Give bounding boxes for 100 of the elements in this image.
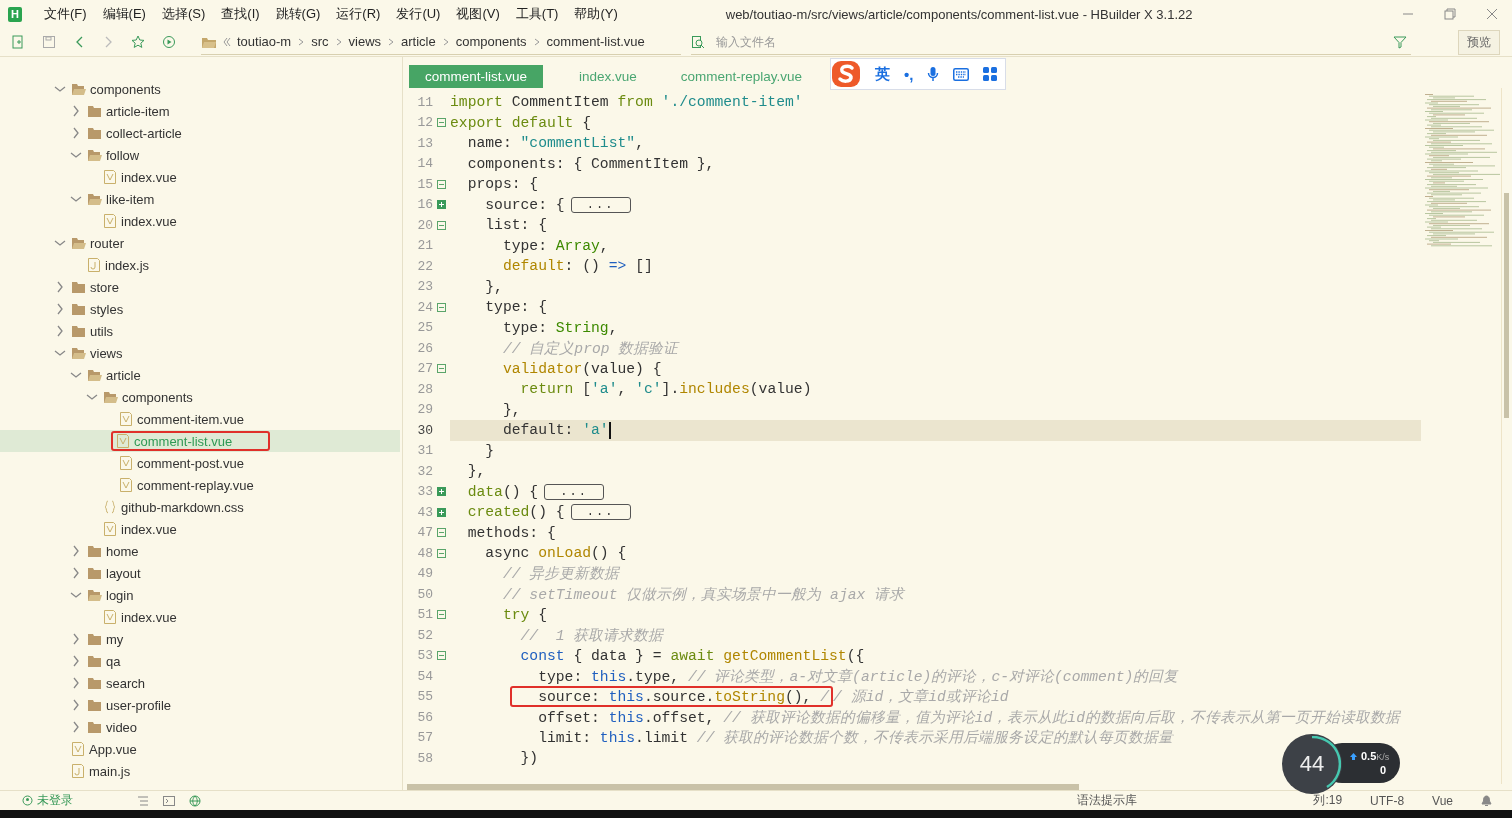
file-name[interactable]: index.js <box>105 257 150 273</box>
folder-name[interactable]: home <box>106 543 139 559</box>
scrollbar-thumb[interactable] <box>1504 193 1509 418</box>
restore-icon[interactable] <box>1444 8 1456 20</box>
file-name[interactable]: index.vue <box>121 609 177 625</box>
menu-item[interactable]: 编辑(E) <box>94 5 154 23</box>
file-name[interactable]: comment-item.vue <box>137 411 244 427</box>
list-icon[interactable] <box>137 795 149 806</box>
file-name[interactable]: App.vue <box>89 741 137 757</box>
star-icon[interactable] <box>131 35 145 49</box>
console-icon[interactable] <box>163 795 175 806</box>
login-status[interactable]: 未登录 <box>37 792 73 809</box>
breadcrumb-item[interactable]: comment-list.vue <box>546 34 645 49</box>
folded-code-button[interactable]: ... <box>570 196 631 213</box>
collapse-icon[interactable] <box>437 548 446 558</box>
scrollbar-thumb[interactable] <box>407 784 1079 790</box>
file-name[interactable]: index.vue <box>121 521 177 537</box>
folder-name[interactable]: follow <box>106 147 140 163</box>
code-text: source: { <box>485 196 565 213</box>
breadcrumb-item[interactable]: article <box>401 34 436 49</box>
file-name[interactable]: github-markdown.css <box>121 499 244 515</box>
file-name[interactable]: main.js <box>89 763 131 779</box>
file-name[interactable]: comment-post.vue <box>137 455 244 471</box>
collapse-icon[interactable] <box>437 179 446 189</box>
collapse-icon[interactable] <box>437 302 446 312</box>
folder-name[interactable]: layout <box>106 565 141 581</box>
menu-item[interactable]: 查找(I) <box>213 5 268 23</box>
menu-item[interactable]: 跳转(G) <box>267 5 329 23</box>
line-number: 14 <box>416 156 433 172</box>
folder-name[interactable]: article-item <box>106 103 170 119</box>
double-chevron-icon[interactable] <box>223 36 231 47</box>
folder-name[interactable]: styles <box>90 301 124 317</box>
close-icon[interactable] <box>1486 8 1498 20</box>
menu-item[interactable]: 发行(U) <box>388 5 449 23</box>
folder-name[interactable]: user-profile <box>106 697 172 713</box>
line-number: 58 <box>416 750 433 766</box>
menu-item[interactable]: 选择(S) <box>153 5 214 23</box>
folder-name[interactable]: article <box>106 367 141 383</box>
breadcrumb-item[interactable]: views <box>348 34 382 49</box>
menu-item[interactable]: 工具(T) <box>507 5 567 23</box>
collapse-icon[interactable] <box>437 118 446 128</box>
filter-icon[interactable] <box>1393 34 1407 49</box>
expand-icon[interactable] <box>437 487 446 497</box>
menu-item[interactable]: 文件(F) <box>36 5 95 23</box>
preview-button[interactable]: 预览 <box>1458 29 1500 55</box>
sogou-logo-icon[interactable] <box>831 59 861 89</box>
folder-name[interactable]: router <box>90 235 124 251</box>
encoding-label[interactable]: UTF-8 <box>1370 793 1405 808</box>
folder-name[interactable]: store <box>90 279 119 295</box>
breadcrumb-item[interactable]: src <box>311 34 329 49</box>
folder-name[interactable]: qa <box>106 653 121 669</box>
breadcrumb-item[interactable]: components <box>455 34 527 49</box>
globe-icon[interactable] <box>189 794 201 807</box>
folder-name[interactable]: search <box>106 675 146 691</box>
folder-name[interactable]: utils <box>90 323 114 339</box>
cursor-column[interactable]: 列:19 <box>1313 792 1343 809</box>
speed-ball[interactable]: 44 <box>1282 734 1342 794</box>
line-number: 48 <box>416 545 433 561</box>
save-icon[interactable] <box>42 35 56 49</box>
language-label[interactable]: Vue <box>1432 793 1453 808</box>
folder-name[interactable]: like-item <box>106 191 155 207</box>
menu-item[interactable]: 运行(R) <box>328 5 389 23</box>
collapse-icon[interactable] <box>437 610 446 620</box>
hint-library-label[interactable]: 语法提示库 <box>1077 792 1138 809</box>
punctuation-toggle[interactable]: •, <box>904 65 914 83</box>
line-number: 11 <box>416 94 433 110</box>
input-mode-toggle[interactable]: 英 <box>875 64 890 84</box>
run-icon[interactable] <box>162 35 176 49</box>
breadcrumb-item[interactable]: toutiao-m <box>237 34 292 49</box>
collapse-icon[interactable] <box>437 364 446 374</box>
folded-code-button[interactable]: ... <box>570 504 631 521</box>
code-text: // 1 获取请求数据 <box>520 626 664 645</box>
collapse-icon[interactable] <box>437 220 446 230</box>
menu-item[interactable]: 帮助(Y) <box>566 5 626 23</box>
line-number: 54 <box>416 668 433 684</box>
menu-item[interactable]: 视图(V) <box>448 5 508 23</box>
bell-icon[interactable] <box>1481 794 1492 807</box>
file-name[interactable]: index.vue <box>121 169 177 185</box>
collapse-icon[interactable] <box>437 651 446 661</box>
folder-name[interactable]: views <box>90 345 123 361</box>
folder-name[interactable]: my <box>106 631 124 647</box>
folded-code-button[interactable]: ... <box>544 483 605 500</box>
expand-icon[interactable] <box>437 507 446 517</box>
chevron-icon <box>334 36 343 47</box>
folder-name[interactable]: login <box>106 587 134 603</box>
file-name[interactable]: index.vue <box>121 213 177 229</box>
file-name[interactable]: comment-replay.vue <box>137 477 254 493</box>
keyboard-icon[interactable] <box>953 67 970 81</box>
file-search-field[interactable]: 输入文件名 <box>714 33 1384 50</box>
folder-name[interactable]: collect-article <box>106 125 182 141</box>
folder-name[interactable]: components <box>90 81 161 97</box>
collapse-icon[interactable] <box>437 528 446 538</box>
expand-icon[interactable] <box>437 200 446 210</box>
folder-name[interactable]: video <box>106 719 138 735</box>
user-icon[interactable] <box>22 795 33 806</box>
folder-name[interactable]: components <box>122 389 193 405</box>
upload-arrow-icon <box>1350 752 1357 760</box>
microphone-icon[interactable] <box>927 66 940 82</box>
new-file-icon[interactable] <box>11 35 25 49</box>
grid-icon[interactable] <box>983 67 998 81</box>
